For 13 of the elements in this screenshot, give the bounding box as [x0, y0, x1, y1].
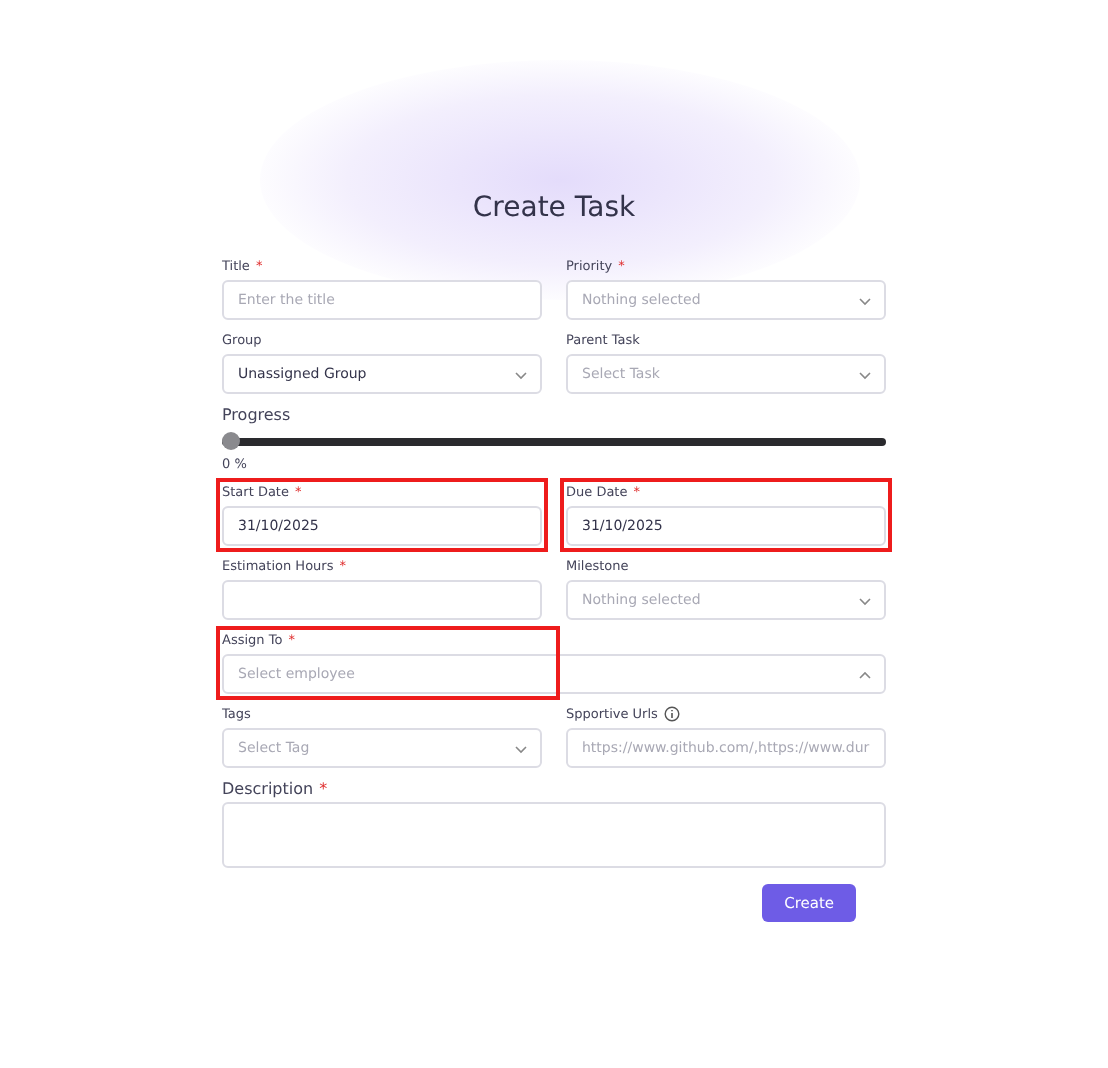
field-label: Progress: [222, 405, 291, 423]
chevron-icon: [858, 369, 872, 379]
field-label: Description: [222, 779, 314, 797]
chevron-icon: [858, 295, 872, 305]
progress-slider[interactable]: [222, 432, 886, 450]
input-field[interactable]: [222, 580, 542, 620]
chevron-icon: [858, 669, 872, 679]
textarea-field[interactable]: [222, 802, 886, 868]
form-title: Create Task: [470, 192, 638, 224]
required-mark: *: [319, 779, 328, 797]
chevron-icon: [514, 369, 528, 379]
chevron-icon: [858, 595, 872, 605]
chevron-icon: [514, 743, 528, 753]
